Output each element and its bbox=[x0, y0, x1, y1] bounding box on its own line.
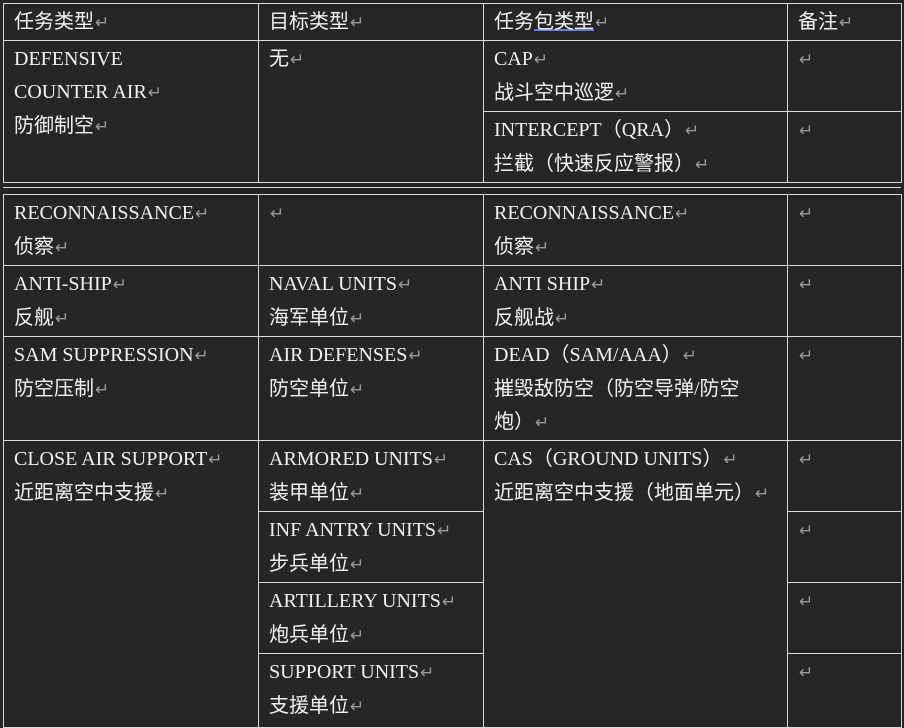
cell-notes[interactable]: ↵ bbox=[787, 265, 902, 337]
table-row: DEFENSIVE COUNTER AIR↵ 防御制空↵ 无↵ CAP↵ 战斗空… bbox=[3, 40, 902, 183]
document-page: 任务类型↵ 目标类型↵ 任务包类型↵ 备注↵ DEFENSIVE COUNTER… bbox=[0, 0, 904, 728]
cell-target-infantry[interactable]: INF ANTRY UNITS↵ 步兵单位↵ bbox=[258, 511, 484, 583]
cell-package-cas[interactable]: CAS（GROUND UNITS）↵ 近距离空中支援（地面单元）↵ bbox=[483, 440, 788, 728]
cell-package-intercept[interactable]: INTERCEPT（QRA）↵ 拦截（快速反应警报）↵ bbox=[483, 111, 788, 183]
cell-target-support[interactable]: SUPPORT UNITS↵ 支援单位↵ bbox=[258, 653, 484, 728]
header-target-type[interactable]: 目标类型↵ bbox=[258, 3, 484, 41]
cell-target-defensive[interactable]: 无↵ bbox=[258, 40, 484, 183]
table-row: CLOSE AIR SUPPORT↵ 近距离空中支援↵ ARMORED UNIT… bbox=[3, 440, 902, 728]
cell-notes[interactable]: ↵ bbox=[787, 336, 902, 441]
cell-notes[interactable]: ↵ bbox=[787, 111, 902, 183]
header-package-type[interactable]: 任务包类型↵ bbox=[483, 3, 788, 41]
table-row: SAM SUPPRESSION↵ 防空压制↵ AIR DEFENSES↵ 防空单… bbox=[3, 336, 902, 441]
cell-target-antiship[interactable]: NAVAL UNITS↵ 海军单位↵ bbox=[258, 265, 484, 337]
cell-task-antiship[interactable]: ANTI-SHIP↵ 反舰↵ bbox=[3, 265, 259, 337]
header-row: 任务类型↵ 目标类型↵ 任务包类型↵ 备注↵ bbox=[3, 3, 902, 41]
table-row: RECONNAISSANCE↵ 侦察↵ ↵ RECONNAISSANCE↵ 侦察… bbox=[3, 194, 902, 266]
cell-notes[interactable]: ↵ bbox=[787, 40, 902, 112]
table-row: ANTI-SHIP↵ 反舰↵ NAVAL UNITS↵ 海军单位↵ ANTI S… bbox=[3, 265, 902, 337]
cell-package-cap[interactable]: CAP↵ 战斗空中巡逻↵ bbox=[483, 40, 788, 112]
mission-table-bottom: RECONNAISSANCE↵ 侦察↵ ↵ RECONNAISSANCE↵ 侦察… bbox=[3, 194, 902, 728]
cell-notes[interactable]: ↵ bbox=[787, 582, 902, 654]
cell-target-recon[interactable]: ↵ bbox=[258, 194, 484, 266]
cell-notes[interactable]: ↵ bbox=[787, 194, 902, 266]
cell-notes[interactable]: ↵ bbox=[787, 440, 902, 512]
mission-table-top: 任务类型↵ 目标类型↵ 任务包类型↵ 备注↵ DEFENSIVE COUNTER… bbox=[3, 3, 902, 183]
table-divider bbox=[3, 187, 901, 188]
cell-notes[interactable]: ↵ bbox=[787, 653, 902, 728]
cell-task-sam[interactable]: SAM SUPPRESSION↵ 防空压制↵ bbox=[3, 336, 259, 441]
cell-package-antiship[interactable]: ANTI SHIP↵ 反舰战↵ bbox=[483, 265, 788, 337]
cell-target-sam[interactable]: AIR DEFENSES↵ 防空单位↵ bbox=[258, 336, 484, 441]
cell-target-armored[interactable]: ARMORED UNITS↵ 装甲单位↵ bbox=[258, 440, 484, 512]
cell-task-recon[interactable]: RECONNAISSANCE↵ 侦察↵ bbox=[3, 194, 259, 266]
spelling-flag-package: 包类型 bbox=[534, 11, 594, 33]
cell-notes[interactable]: ↵ bbox=[787, 511, 902, 583]
cell-task-defensive[interactable]: DEFENSIVE COUNTER AIR↵ 防御制空↵ bbox=[3, 40, 259, 183]
cell-package-recon[interactable]: RECONNAISSANCE↵ 侦察↵ bbox=[483, 194, 788, 266]
header-task-type[interactable]: 任务类型↵ bbox=[3, 3, 259, 41]
header-notes[interactable]: 备注↵ bbox=[787, 3, 902, 41]
cell-target-artillery[interactable]: ARTILLERY UNITS↵ 炮兵单位↵ bbox=[258, 582, 484, 654]
cell-package-dead[interactable]: DEAD（SAM/AAA）↵ 摧毁敌防空（防空导弹/防空 炮）↵ bbox=[483, 336, 788, 441]
cell-task-cas[interactable]: CLOSE AIR SUPPORT↵ 近距离空中支援↵ bbox=[3, 440, 259, 728]
